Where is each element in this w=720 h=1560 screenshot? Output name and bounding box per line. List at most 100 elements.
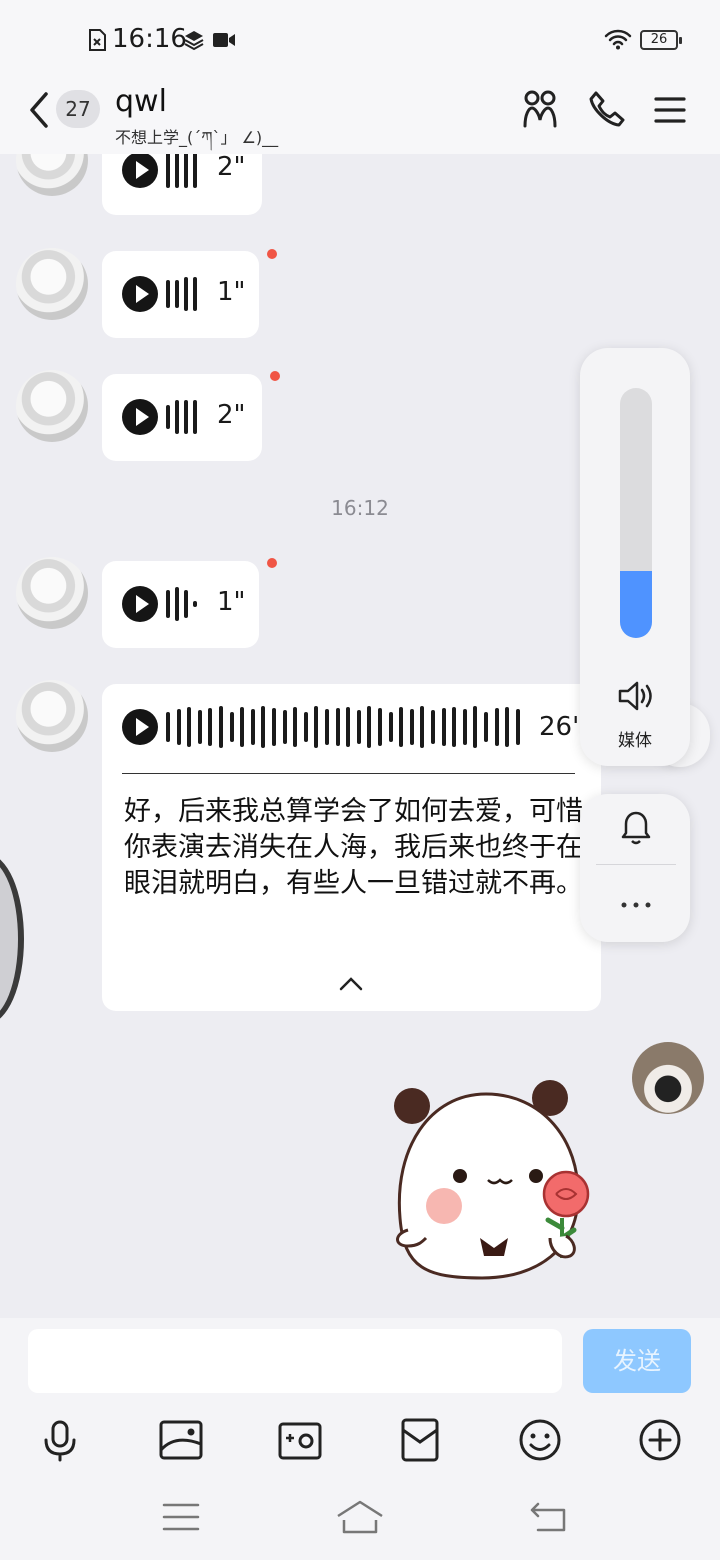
red-packet-icon[interactable]	[401, 1418, 439, 1462]
waveform-bar	[184, 400, 188, 434]
waveform-bar	[193, 154, 197, 188]
friends-icon[interactable]	[520, 88, 560, 130]
waveform-bar	[197, 710, 202, 744]
edge-handle	[0, 854, 24, 1024]
unread-dot	[267, 558, 277, 568]
speaker-icon[interactable]	[617, 680, 655, 712]
avatar[interactable]	[16, 680, 88, 752]
avatar[interactable]	[16, 154, 88, 196]
nav-home-icon[interactable]	[336, 1500, 384, 1534]
panda-sticker[interactable]	[390, 1078, 600, 1288]
image-icon[interactable]	[159, 1420, 203, 1460]
divider	[596, 864, 676, 865]
unread-dot	[267, 249, 277, 259]
waveform-bar	[431, 710, 435, 744]
volume-slider[interactable]	[620, 388, 652, 638]
waveform-bar	[166, 280, 170, 308]
waveform-bar	[473, 706, 478, 748]
voice-message-bubble[interactable]: 2"	[102, 154, 262, 215]
status-time: 16:16	[112, 24, 187, 54]
waveform-bar	[175, 587, 179, 621]
waveform-bar	[356, 710, 361, 744]
plus-icon[interactable]	[638, 1418, 682, 1462]
waveform-bar	[335, 708, 340, 746]
waveform-bar	[208, 708, 213, 746]
waveform-bar	[484, 712, 488, 742]
waveform-bar	[176, 709, 181, 745]
nav-menu-icon[interactable]	[162, 1502, 200, 1532]
voice-message-bubble[interactable]: 2"	[102, 374, 262, 461]
waveform-bar	[184, 590, 188, 618]
back-arrow-icon[interactable]	[26, 90, 52, 130]
waveform-bar	[272, 708, 276, 746]
play-icon[interactable]	[122, 586, 158, 622]
waveform-bar	[325, 709, 329, 745]
waveform-bar	[166, 712, 170, 742]
status-bar: 16:16 26	[0, 0, 720, 80]
waveform-bar	[229, 712, 234, 742]
collapse-chevron-icon[interactable]	[338, 976, 364, 992]
waveform-bar	[494, 708, 499, 746]
emoji-icon[interactable]	[518, 1418, 562, 1462]
nav-back-icon[interactable]	[528, 1500, 568, 1534]
waveform-bar	[452, 707, 457, 747]
waveform-bar	[367, 706, 372, 748]
waveform-bar	[184, 277, 188, 311]
waveform-bar	[515, 709, 520, 745]
divider	[122, 773, 575, 774]
waveform-bar	[261, 706, 266, 748]
waveform-bar	[193, 277, 197, 311]
waveform-bar	[184, 154, 188, 188]
waveform	[166, 706, 526, 748]
message-input[interactable]	[28, 1329, 562, 1393]
camera-icon[interactable]	[278, 1420, 322, 1460]
avatar[interactable]	[16, 248, 88, 320]
play-icon[interactable]	[122, 276, 158, 312]
waveform-bar	[166, 590, 170, 618]
bell-icon[interactable]	[620, 810, 652, 846]
waveform-bar	[187, 707, 192, 747]
avatar[interactable]	[16, 557, 88, 629]
mic-icon[interactable]	[42, 1420, 78, 1462]
send-button[interactable]: 发送	[583, 1329, 691, 1393]
voice-duration: 1"	[217, 277, 246, 307]
wifi-icon	[604, 29, 632, 50]
waveform-bar	[399, 707, 404, 747]
layers-icon	[184, 31, 204, 51]
waveform-bar	[193, 400, 197, 434]
video-icon	[213, 33, 235, 47]
waveform-bar	[441, 708, 446, 746]
voice-transcript: 好，后来我总算学会了如何去爱，可惜你表演去消失在人海，我后来也终于在眼泪就明白，…	[124, 796, 583, 899]
waveform-bar	[250, 709, 255, 745]
waveform-bar	[409, 709, 414, 745]
volume-level	[620, 570, 652, 638]
voice-message-bubble[interactable]: 1"	[102, 561, 259, 648]
chat-title: qwl	[115, 84, 167, 119]
waveform-bar	[240, 707, 245, 747]
waveform-bar	[420, 706, 425, 748]
voice-duration: 2"	[217, 400, 246, 430]
waveform-bar	[303, 712, 308, 742]
avatar[interactable]	[16, 370, 88, 442]
waveform	[166, 154, 170, 188]
phone-icon[interactable]	[588, 90, 626, 128]
play-icon[interactable]	[122, 399, 158, 435]
waveform-bar	[175, 400, 179, 434]
file-icon	[89, 29, 106, 51]
waveform-bar	[346, 707, 351, 747]
menu-icon[interactable]	[654, 96, 686, 124]
voice-message-bubble[interactable]: 1"	[102, 251, 259, 338]
waveform-bar	[175, 280, 179, 308]
waveform-bar	[293, 707, 298, 747]
voice-duration: 2"	[217, 154, 246, 182]
unread-count-badge[interactable]: 27	[56, 90, 100, 128]
play-icon[interactable]	[122, 154, 158, 188]
more-options-icon[interactable]	[619, 900, 653, 910]
my-avatar[interactable]	[632, 1042, 704, 1114]
play-icon[interactable]	[122, 709, 158, 745]
voice-duration: 1"	[217, 587, 246, 617]
unread-dot	[270, 371, 280, 381]
voice-duration: 26'	[539, 712, 580, 742]
waveform-bar	[166, 405, 170, 429]
waveform-bar	[314, 706, 319, 748]
